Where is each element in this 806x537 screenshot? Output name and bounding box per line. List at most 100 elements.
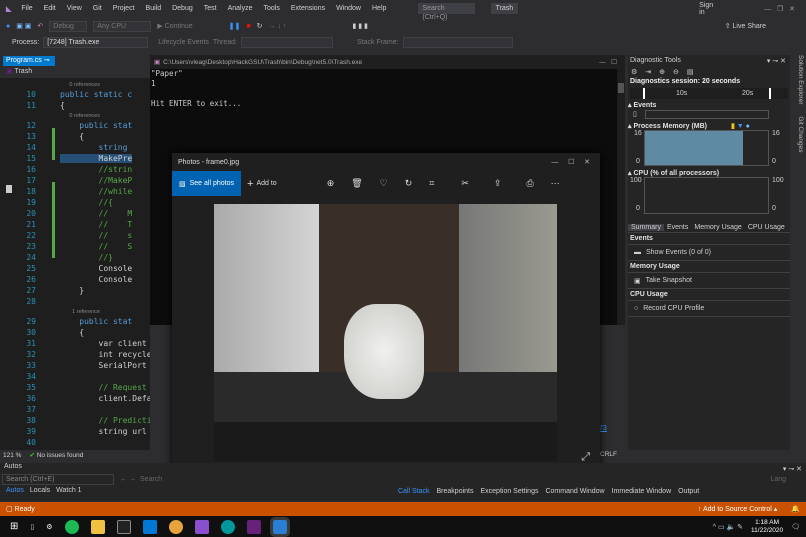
code-lens[interactable]: 1 reference [0, 307, 150, 316]
editor-tab[interactable]: Program.cs ⊸ ✕ [3, 56, 55, 74]
photos-app-icon[interactable] [269, 516, 290, 537]
tab-exception-settings[interactable]: Exception Settings [480, 488, 538, 495]
autos-tab-autos[interactable]: Autos [6, 487, 24, 494]
live-share-button[interactable]: ⇪ Live Share [725, 22, 766, 30]
settings-app-icon[interactable]: ⚙ [46, 523, 52, 531]
select-tools-icon[interactable]: ⇥ [645, 68, 651, 76]
step-icons[interactable]: → ↓ ↑ [269, 23, 287, 30]
lifecycle-events[interactable]: Lifecycle Events [158, 39, 209, 46]
thread-select[interactable] [240, 36, 333, 48]
tab-call-stack[interactable]: Call Stack [398, 488, 430, 495]
more-icon[interactable]: ⋯ [551, 178, 560, 189]
continue-button[interactable]: ▶ Continue [157, 22, 192, 30]
nav-arrows[interactable]: ← → [120, 476, 136, 483]
sign-in-link[interactable]: Sign in [699, 2, 713, 16]
clock[interactable]: 1:18 AM 11/22/2020 [751, 519, 783, 535]
code-lens[interactable]: 0 references [0, 111, 150, 120]
source-control-button[interactable]: ↑ Add to Source Control ▴ [698, 505, 777, 513]
console-scrollbar[interactable] [617, 69, 625, 325]
autos-controls[interactable]: ▾ ⊸ ✕ [783, 465, 802, 473]
menu-analyze[interactable]: Analyze [228, 5, 253, 12]
spotify-icon[interactable] [64, 519, 79, 534]
print-icon[interactable]: ⎙ [526, 178, 533, 189]
timeline-ruler[interactable]: 10s 20s [630, 88, 788, 99]
menu-git[interactable]: Git [93, 5, 102, 12]
menu-view[interactable]: View [67, 5, 82, 12]
menu-debug[interactable]: Debug [172, 5, 193, 12]
stack-frame-select[interactable] [402, 36, 513, 48]
rotate-icon[interactable]: ↻ [405, 178, 413, 189]
code-editor[interactable]: 0 references 10 public static c 11 {0 refere… [0, 78, 150, 450]
menu-window[interactable]: Window [336, 5, 361, 12]
diag-tab-summary[interactable]: Summary [628, 223, 664, 231]
action-center-icon[interactable]: 🗨 [791, 523, 800, 531]
back-icon[interactable]: ● [6, 23, 10, 30]
events-pause-icon[interactable]: ▯ [633, 110, 637, 118]
console-controls[interactable]: — ☐ [599, 58, 617, 66]
share-icon[interactable]: ⇪ [494, 178, 502, 189]
edit-icon[interactable]: ✂ [461, 178, 469, 189]
references-label[interactable]: 0 references [0, 82, 100, 88]
menu-file[interactable]: File [21, 5, 32, 12]
menu-test[interactable]: Test [204, 5, 217, 12]
photos-window-controls[interactable]: — ☐ ✕ [551, 158, 590, 166]
crop-icon[interactable]: ⌗ [429, 178, 434, 189]
editor-nav[interactable]: ▣ Trash [3, 67, 150, 77]
code-lens[interactable]: 0 references [0, 80, 150, 89]
diag-action[interactable]: ▬ Show Events (0 of 0) [628, 245, 790, 261]
arduino-icon[interactable] [220, 519, 235, 534]
menu-edit[interactable]: Edit [44, 5, 56, 12]
notifications-icon[interactable]: 🔔 [791, 505, 800, 513]
search-input[interactable]: Search (Ctrl+Q) [418, 3, 475, 21]
delete-icon[interactable]: 🗑 [351, 178, 362, 189]
autos-tab-locals[interactable]: Locals [30, 487, 50, 494]
solution-explorer-tab[interactable]: Solution Explorer [797, 55, 804, 105]
pause-icon[interactable]: ❚❚ [229, 22, 241, 30]
bookmark-icons[interactable]: ▮ ▮ ▮ [352, 22, 367, 30]
reset-view-icon[interactable]: ▤ [687, 68, 694, 76]
settings-icon[interactable]: ⚙ [631, 68, 637, 76]
start-icon[interactable]: ⊞ [10, 521, 18, 532]
terminal-icon[interactable] [116, 519, 131, 534]
references-label[interactable]: 1 reference [0, 309, 100, 315]
panel-controls[interactable]: ▾ ⊸ ✕ [767, 57, 786, 65]
autos-search[interactable]: Search (Ctrl+E) [2, 474, 114, 485]
menu-project[interactable]: Project [113, 5, 135, 12]
zoom-level[interactable]: 121 % [3, 452, 21, 459]
chrome-icon[interactable] [168, 519, 183, 534]
stop-icon[interactable]: ■ [246, 23, 250, 30]
references-label[interactable]: 0 references [0, 113, 100, 119]
window-controls[interactable]: — ❐ ✕ [764, 5, 795, 13]
menu-help[interactable]: Help [372, 5, 386, 12]
git-changes-tab[interactable]: Git Changes [797, 116, 804, 152]
see-all-photos-button[interactable]: ▨ See all photos [172, 171, 241, 196]
file-explorer-icon[interactable] [90, 519, 105, 534]
task-view-icon[interactable]: ▯ [30, 523, 34, 531]
code-link[interactable]: 73 [599, 425, 607, 432]
diag-action[interactable]: ○ Record CPU Profile [628, 301, 790, 317]
heart-icon[interactable]: ♡ [380, 178, 388, 189]
menu-build[interactable]: Build [146, 5, 162, 12]
platform-select[interactable]: Any CPU [93, 20, 152, 32]
restart-icon[interactable]: ↻ [257, 22, 263, 30]
tab-output[interactable]: Output [678, 488, 699, 495]
photos-window[interactable]: Photos - frame0.jpg — ☐ ✕ ▨ See all photo… [172, 153, 600, 470]
diag-tab-events[interactable]: Events [664, 224, 691, 231]
zoom-out-icon[interactable]: ⊖ [673, 68, 679, 76]
save-icon[interactable]: ▣ ▣ [16, 22, 31, 30]
diag-action[interactable]: ▣ Take Snapshot [628, 273, 790, 289]
process-select[interactable]: [7248] Trash.exe [43, 36, 149, 48]
vscode-icon[interactable] [142, 519, 157, 534]
tray-icons[interactable]: ^ ▭ 🔈 ✎ [713, 523, 743, 531]
console-app-icon[interactable] [246, 519, 261, 534]
visual-studio-icon[interactable] [194, 519, 209, 534]
zoom-in-icon[interactable]: ⊕ [659, 68, 665, 76]
diag-tab-cpu-usage[interactable]: CPU Usage [745, 224, 788, 231]
add-to-button[interactable]: + Add to [247, 178, 277, 190]
diag-tab-memory-usage[interactable]: Memory Usage [691, 224, 744, 231]
zoom-icon[interactable]: ⊕ [327, 178, 335, 189]
tab-command-window[interactable]: Command Window [545, 488, 604, 495]
menu-extensions[interactable]: Extensions [291, 5, 325, 12]
tab-immediate-window[interactable]: Immediate Window [612, 488, 672, 495]
tab-breakpoints[interactable]: Breakpoints [437, 488, 474, 495]
